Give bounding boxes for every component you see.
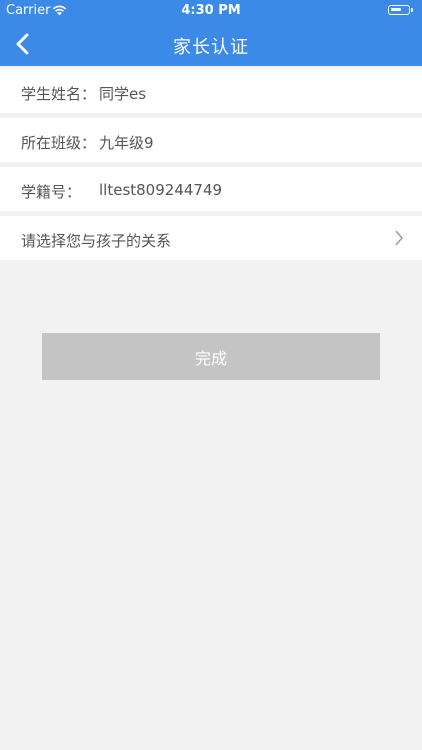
- chevron-right-icon: [395, 230, 403, 246]
- student-id-label: 学籍号：: [21, 183, 82, 201]
- class-row: 所在班级： 九年级9: [0, 118, 422, 162]
- class-value: 九年级9: [99, 134, 154, 152]
- relation-select-label: 请选择您与孩子的关系: [21, 232, 172, 250]
- status-time: 4:30 PM: [181, 3, 241, 18]
- student-name-value: 同学es: [99, 85, 147, 103]
- student-id-row: 学籍号： lltest809244749: [0, 167, 422, 211]
- complete-button[interactable]: 完成: [42, 333, 380, 380]
- top-bar: Carrier 4:30 PM 家长认证: [0, 0, 422, 66]
- relation-select-row[interactable]: 请选择您与孩子的关系: [0, 216, 422, 260]
- battery-icon: [388, 5, 413, 15]
- class-label: 所在班级：: [21, 134, 97, 152]
- status-bar: Carrier 4:30 PM: [0, 0, 422, 22]
- student-name-label: 学生姓名：: [21, 85, 97, 103]
- student-name-row: 学生姓名： 同学es: [0, 69, 422, 113]
- navigation-bar: 家长认证: [0, 22, 422, 66]
- student-id-value: lltest809244749: [99, 181, 223, 199]
- page-title: 家长认证: [173, 37, 249, 58]
